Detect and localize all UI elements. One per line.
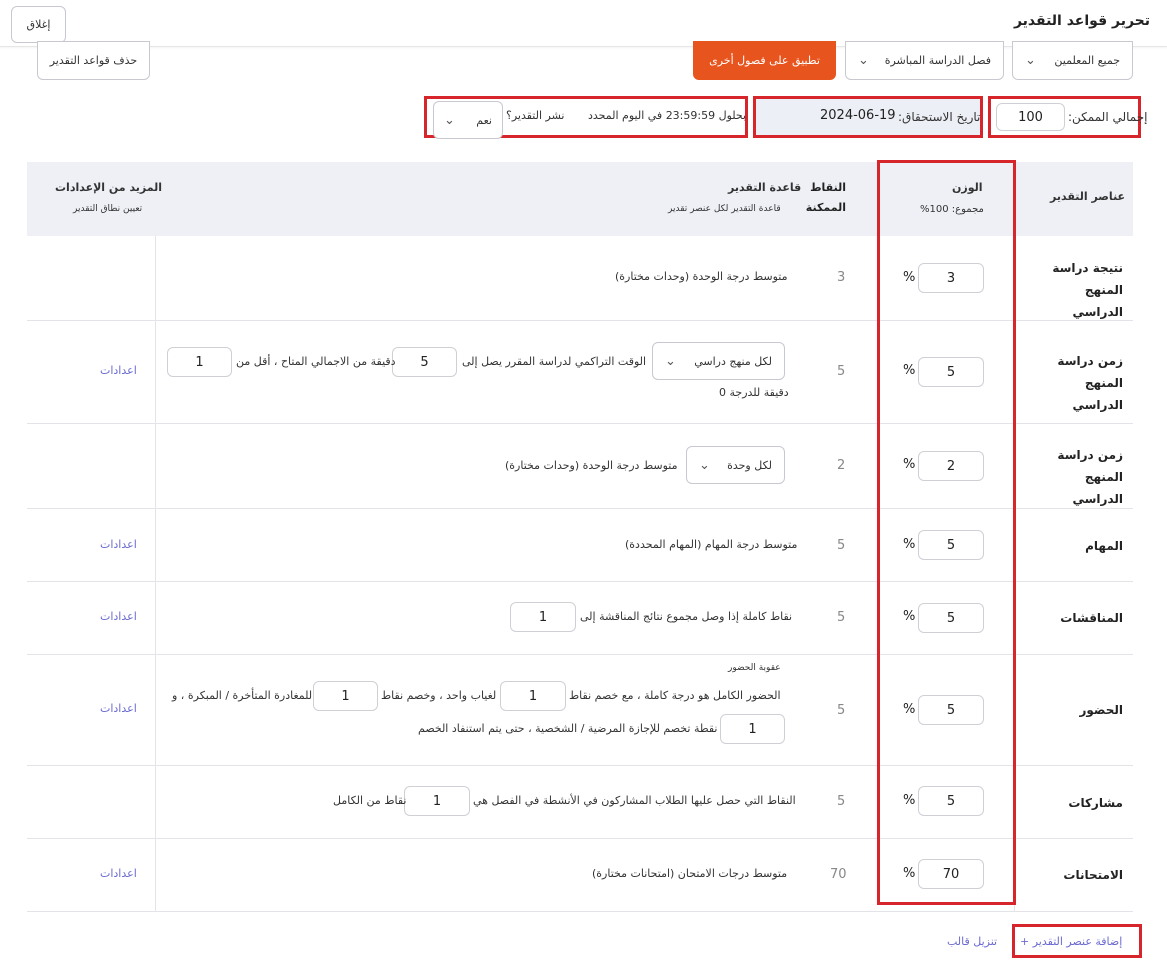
- weight-input[interactable]: 5: [918, 695, 984, 725]
- rule-text: متوسط درجة الوحدة (وحدات مختارة): [615, 270, 788, 283]
- total-points-input[interactable]: 100: [996, 103, 1065, 131]
- percent-sign: %: [903, 866, 916, 881]
- section-filter-dropdown[interactable]: ⌄ فصل الدراسة المباشرة: [845, 41, 1004, 80]
- rule-text: نقطة تخصم للإجازة المرضية / الشخصية ، حت…: [418, 722, 718, 735]
- per-course-value: لكل منهج دراسي: [694, 354, 772, 368]
- weight-input[interactable]: 70: [918, 859, 984, 889]
- weight-input[interactable]: 5: [918, 786, 984, 816]
- rule-text: نقاط من الكامل: [333, 794, 407, 807]
- rule-text: النقاط التي حصل عليها الطلاب المشاركون ف…: [473, 794, 796, 807]
- publish-dropdown[interactable]: ⌄ نعم: [433, 101, 503, 139]
- percent-sign: %: [903, 702, 916, 717]
- rule-text: للمغادرة المتأخرة / المبكرة ، و: [172, 689, 313, 702]
- rule-text: متوسط درجة المهام (المهام المحددة): [625, 538, 798, 551]
- absence-deduction-input[interactable]: 1: [500, 681, 566, 711]
- percent-sign: %: [903, 457, 916, 472]
- rule-caption: عقوبة الحضور: [728, 663, 781, 673]
- download-template-link[interactable]: تنزيل قالب: [947, 935, 997, 948]
- chevron-down-icon: ⌄: [699, 457, 710, 473]
- col-rule-header: قاعدة التقدير: [728, 181, 802, 194]
- element-name: زمن دراسة المنهج الدراسي: [1057, 354, 1123, 412]
- page-title: تحرير قواعد التقدير: [1013, 13, 1150, 29]
- discussion-threshold-input[interactable]: 1: [510, 602, 576, 632]
- chevron-down-icon: ⌄: [444, 112, 455, 128]
- element-name: المهام: [1085, 539, 1123, 553]
- rule-text: لغياب واحد ، وخصم نقاط: [381, 689, 497, 702]
- per-unit-value: لكل وحدة: [727, 458, 772, 472]
- deadline-text: بحلول 23:59:59 في اليوم المحدد: [588, 109, 747, 122]
- element-name: الامتحانات: [1063, 868, 1123, 882]
- percent-sign: %: [903, 793, 916, 808]
- col-more-header: المزيد من الإعدادات: [55, 181, 163, 194]
- col-points-header: النقاط الممكنة: [805, 181, 846, 214]
- chevron-down-icon: ⌄: [1025, 53, 1036, 68]
- weight-input[interactable]: 5: [918, 603, 984, 633]
- chevron-down-icon: ⌄: [665, 353, 676, 369]
- element-name: مشاركات: [1068, 796, 1123, 810]
- points-value: 3: [837, 270, 846, 285]
- column-divider: [155, 236, 156, 912]
- percent-sign: %: [903, 270, 916, 285]
- rule-minutes-input[interactable]: 5: [392, 347, 457, 377]
- percent-sign: %: [903, 609, 916, 624]
- rule-text: متوسط درجات الامتحان (امتحانات مختارة): [592, 867, 788, 880]
- teacher-filter-value: جميع المعلمين: [1054, 54, 1120, 67]
- settings-link[interactable]: اعدادات: [100, 867, 137, 880]
- delete-rules-button[interactable]: حذف قواعد التقدير: [37, 41, 150, 80]
- points-value: 5: [837, 364, 846, 379]
- settings-link[interactable]: اعدادات: [100, 702, 137, 715]
- late-deduction-input[interactable]: 1: [313, 681, 378, 711]
- element-name: نتيجة دراسة المنهج الدراسي: [1052, 261, 1123, 319]
- due-date-label: تاريخ الاستحقاق:: [898, 110, 981, 124]
- per-course-dropdown[interactable]: ⌄ لكل منهج دراسي: [652, 342, 785, 380]
- rule-text: الحضور الكامل هو درجة كاملة ، مع خصم نقا…: [569, 689, 781, 702]
- weight-input[interactable]: 5: [918, 357, 984, 387]
- settings-link[interactable]: اعدادات: [100, 364, 137, 377]
- participation-points-input[interactable]: 1: [404, 786, 470, 816]
- publish-label: نشر التقدير؟: [506, 109, 565, 122]
- due-date-value: 2024-06-19: [820, 108, 896, 123]
- points-value: 2: [837, 458, 846, 473]
- points-value: 5: [837, 610, 846, 625]
- col-rule-subheader: قاعدة التقدير لكل عنصر تقدير: [668, 204, 781, 214]
- teacher-filter-dropdown[interactable]: ⌄ جميع المعلمين: [1012, 41, 1133, 80]
- rule-text: نقاط كاملة إذا وصل مجموع نتائج المناقشة …: [580, 610, 793, 623]
- apply-to-other-sections-button[interactable]: تطبيق على فصول أخرى: [693, 41, 836, 80]
- weight-input[interactable]: 3: [918, 263, 984, 293]
- col-more-subheader: تعيين نطاق التقدير: [73, 204, 143, 214]
- rule-text: الوقت التراكمي لدراسة المقرر يصل إلى: [462, 355, 647, 368]
- weight-input[interactable]: 5: [918, 530, 984, 560]
- settings-link[interactable]: اعدادات: [100, 610, 137, 623]
- leave-deduction-input[interactable]: 1: [720, 714, 785, 744]
- points-value: 70: [830, 867, 847, 882]
- settings-link[interactable]: اعدادات: [100, 538, 137, 551]
- rule-minutes-input[interactable]: 1: [167, 347, 232, 377]
- points-value: 5: [837, 538, 846, 553]
- section-filter-value: فصل الدراسة المباشرة: [884, 54, 991, 67]
- top-bar: [0, 0, 1167, 47]
- points-value: 5: [837, 794, 846, 809]
- points-value: 5: [837, 703, 846, 718]
- rule-text: دقيقة للدرجة 0: [719, 386, 789, 399]
- percent-sign: %: [903, 537, 916, 552]
- col-element-header: عناصر التقدير: [1050, 190, 1126, 203]
- element-name: زمن دراسة المنهج الدراسي: [1057, 448, 1123, 506]
- add-grading-element-link[interactable]: + إضافة عنصر التقدير: [1020, 935, 1122, 948]
- weight-input[interactable]: 2: [918, 451, 984, 481]
- total-points-label: إجمالي الممكن:: [1068, 110, 1148, 124]
- close-button[interactable]: إغلاق: [11, 6, 66, 43]
- chevron-down-icon: ⌄: [858, 53, 869, 68]
- element-name: المناقشات: [1060, 611, 1123, 625]
- publish-value: نعم: [476, 113, 492, 127]
- rule-text: دقيقة من الاجمالي المتاح ، أقل من: [236, 355, 396, 368]
- rule-text: متوسط درجة الوحدة (وحدات مختارة): [505, 459, 678, 472]
- percent-sign: %: [903, 363, 916, 378]
- element-name: الحضور: [1079, 703, 1123, 717]
- per-unit-dropdown[interactable]: ⌄ لكل وحدة: [686, 446, 785, 484]
